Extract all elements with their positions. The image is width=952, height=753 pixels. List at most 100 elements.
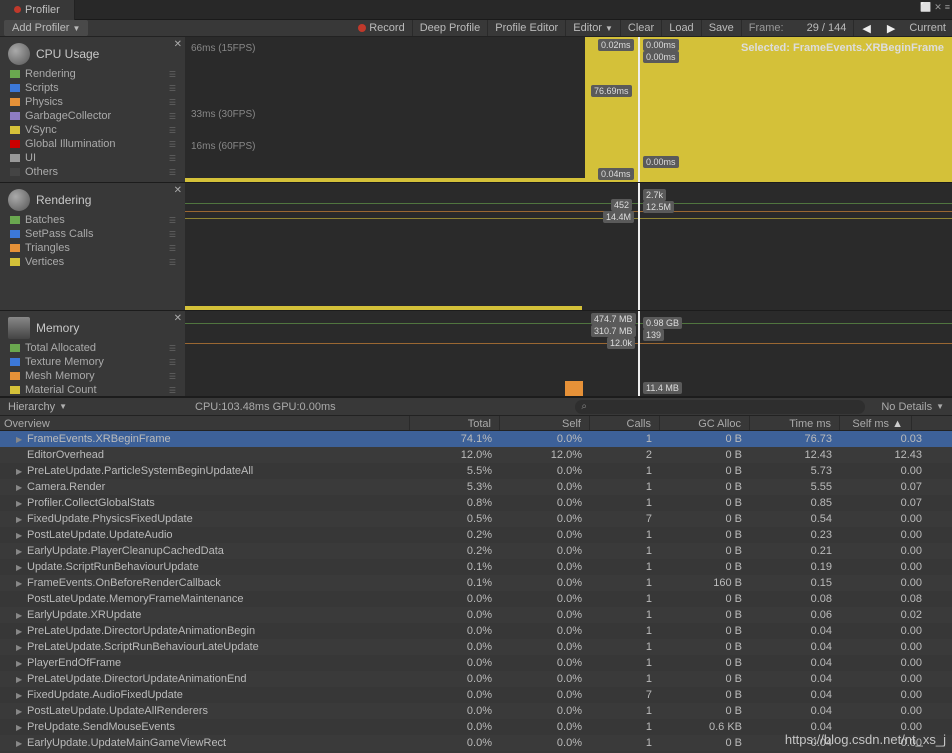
table-row[interactable]: ▶FixedUpdate.AudioFixedUpdate 0.0% 0.0% …	[0, 687, 952, 703]
legend-item[interactable]: Others☰	[0, 165, 185, 179]
tab-profiler[interactable]: Profiler	[0, 0, 75, 20]
hierarchy-mode-dropdown[interactable]: Hierarchy ▼	[0, 399, 75, 415]
window-maximize-icon[interactable]: ⬜	[920, 2, 931, 13]
legend-item[interactable]: Total Allocated☰	[0, 341, 185, 355]
col-gc-alloc[interactable]: GC Alloc	[660, 416, 750, 430]
close-icon[interactable]: ✕	[174, 313, 182, 324]
table-row[interactable]: ▶Profiler.CollectGlobalStats 0.8% 0.0% 1…	[0, 495, 952, 511]
expand-icon[interactable]: ▶	[16, 563, 24, 572]
legend-item[interactable]: Mesh Memory☰	[0, 369, 185, 383]
memory-chart[interactable]: 474.7 MB 310.7 MB 12.0k 0.98 GB 139 11.4…	[185, 311, 952, 396]
table-row[interactable]: ▶PostLateUpdate.UpdateAudio 0.2% 0.0% 1 …	[0, 527, 952, 543]
prev-frame-button[interactable]: ◀	[854, 20, 878, 37]
expand-icon[interactable]: ▶	[16, 531, 24, 540]
col-time-ms[interactable]: Time ms	[750, 416, 840, 430]
expand-icon[interactable]: ▶	[16, 675, 24, 684]
playhead[interactable]	[638, 37, 640, 182]
clear-button[interactable]: Clear	[621, 20, 662, 36]
close-icon[interactable]: ✕	[174, 185, 182, 196]
legend-item[interactable]: VSync☰	[0, 123, 185, 137]
panel-title: Memory	[36, 321, 79, 335]
table-row[interactable]: ▶FrameEvents.OnBeforeRenderCallback 0.1%…	[0, 575, 952, 591]
table-row[interactable]: ▶PreLateUpdate.DirectorUpdateAnimationBe…	[0, 623, 952, 639]
table-header: Overview Total Self Calls GC Alloc Time …	[0, 415, 952, 431]
legend-swatch	[10, 230, 20, 238]
chevron-down-icon: ▼	[72, 24, 80, 33]
hierarchy-bar: Hierarchy ▼ CPU:103.48ms GPU:0.00ms ⌕ No…	[0, 397, 952, 415]
search-input[interactable]: ⌕	[575, 400, 865, 414]
expand-icon[interactable]: ▶	[16, 611, 24, 620]
playhead[interactable]	[638, 311, 640, 396]
playhead[interactable]	[638, 183, 640, 310]
table-row[interactable]: PostLateUpdate.MemoryFrameMaintenance 0.…	[0, 591, 952, 607]
table-row[interactable]: ▶EarlyUpdate.PlayerCleanupCachedData 0.2…	[0, 543, 952, 559]
table-row[interactable]: ▶PreLateUpdate.ParticleSystemBeginUpdate…	[0, 463, 952, 479]
load-button[interactable]: Load	[662, 20, 701, 36]
table-row[interactable]: ▶Update.ScriptRunBehaviourUpdate 0.1% 0.…	[0, 559, 952, 575]
legend-item[interactable]: Scripts☰	[0, 81, 185, 95]
legend-swatch	[10, 126, 20, 134]
table-row[interactable]: ▶PreLateUpdate.DirectorUpdateAnimationEn…	[0, 671, 952, 687]
table-row[interactable]: ▶FrameEvents.XRBeginFrame 74.1% 0.0% 1 0…	[0, 431, 952, 447]
table-row[interactable]: ▶Camera.Render 5.3% 0.0% 1 0 B 5.55 0.07	[0, 479, 952, 495]
col-overview[interactable]: Overview	[0, 416, 410, 430]
close-icon[interactable]: ✕	[174, 39, 182, 50]
legend-item[interactable]: Global Illumination☰	[0, 137, 185, 151]
legend-item[interactable]: SetPass Calls☰	[0, 227, 185, 241]
window-menu-icon[interactable]: ≡	[945, 2, 950, 13]
editor-dropdown[interactable]: Editor ▼	[566, 20, 621, 36]
col-self-ms[interactable]: Self ms ▲	[840, 416, 912, 430]
details-dropdown[interactable]: No Details ▼	[873, 399, 952, 415]
expand-icon[interactable]: ▶	[16, 643, 24, 652]
legend-item[interactable]: Batches☰	[0, 213, 185, 227]
legend-item[interactable]: UI☰	[0, 151, 185, 165]
expand-icon[interactable]: ▶	[16, 547, 24, 556]
legend-item[interactable]: Texture Memory☰	[0, 355, 185, 369]
legend-swatch	[10, 244, 20, 252]
legend-swatch	[10, 258, 20, 266]
table-row[interactable]: ▶EarlyUpdate.XRUpdate 0.0% 0.0% 1 0 B 0.…	[0, 607, 952, 623]
table-row[interactable]: ▶FixedUpdate.PhysicsFixedUpdate 0.5% 0.0…	[0, 511, 952, 527]
expand-icon[interactable]: ▶	[16, 659, 24, 668]
expand-icon[interactable]: ▶	[16, 483, 24, 492]
expand-icon[interactable]: ▶	[16, 467, 24, 476]
table-row[interactable]: ▶PreLateUpdate.ScriptRunBehaviourLateUpd…	[0, 639, 952, 655]
expand-icon[interactable]: ▶	[16, 515, 24, 524]
col-total[interactable]: Total	[410, 416, 500, 430]
rendering-chart[interactable]: 452 14.4M 2.7k 12.5M	[185, 183, 952, 310]
deep-profile-button[interactable]: Deep Profile	[413, 20, 489, 36]
expand-icon[interactable]: ▶	[16, 435, 24, 444]
legend-item[interactable]: Physics☰	[0, 95, 185, 109]
next-frame-button[interactable]: ▶	[879, 20, 903, 37]
expand-icon[interactable]: ▶	[16, 627, 24, 636]
legend-swatch	[10, 98, 20, 106]
table-row[interactable]: EditorOverhead 12.0% 12.0% 2 0 B 12.43 1…	[0, 447, 952, 463]
window-close-icon[interactable]: ✕	[934, 2, 942, 13]
table-row[interactable]: ▶PlayerEndOfFrame 0.0% 0.0% 1 0 B 0.04 0…	[0, 655, 952, 671]
legend-item[interactable]: Vertices☰	[0, 255, 185, 269]
add-profiler-dropdown[interactable]: Add Profiler ▼	[4, 20, 88, 36]
rendering-icon	[8, 189, 30, 211]
cpu-icon	[8, 43, 30, 65]
legend-item[interactable]: Rendering☰	[0, 67, 185, 81]
record-button[interactable]: Record	[351, 20, 412, 36]
expand-icon[interactable]: ▶	[16, 739, 24, 748]
legend-item[interactable]: Material Count☰	[0, 383, 185, 397]
table-row[interactable]: ▶PostLateUpdate.UpdateAllRenderers 0.0% …	[0, 703, 952, 719]
legend-item[interactable]: GarbageCollector☰	[0, 109, 185, 123]
legend-swatch	[10, 372, 20, 380]
legend-item[interactable]: Triangles☰	[0, 241, 185, 255]
col-calls[interactable]: Calls	[590, 416, 660, 430]
expand-icon[interactable]: ▶	[16, 691, 24, 700]
expand-icon[interactable]: ▶	[16, 707, 24, 716]
profile-editor-button[interactable]: Profile Editor	[488, 20, 566, 36]
expand-icon[interactable]: ▶	[16, 499, 24, 508]
current-button[interactable]: Current	[903, 20, 952, 36]
col-self[interactable]: Self	[500, 416, 590, 430]
expand-icon[interactable]: ▶	[16, 579, 24, 588]
cpu-chart[interactable]: 66ms (15FPS) 33ms (30FPS) 16ms (60FPS) 0…	[185, 37, 952, 182]
save-button[interactable]: Save	[702, 20, 742, 36]
drag-icon: ☰	[169, 126, 175, 135]
drag-icon: ☰	[169, 112, 175, 121]
expand-icon[interactable]: ▶	[16, 723, 24, 732]
